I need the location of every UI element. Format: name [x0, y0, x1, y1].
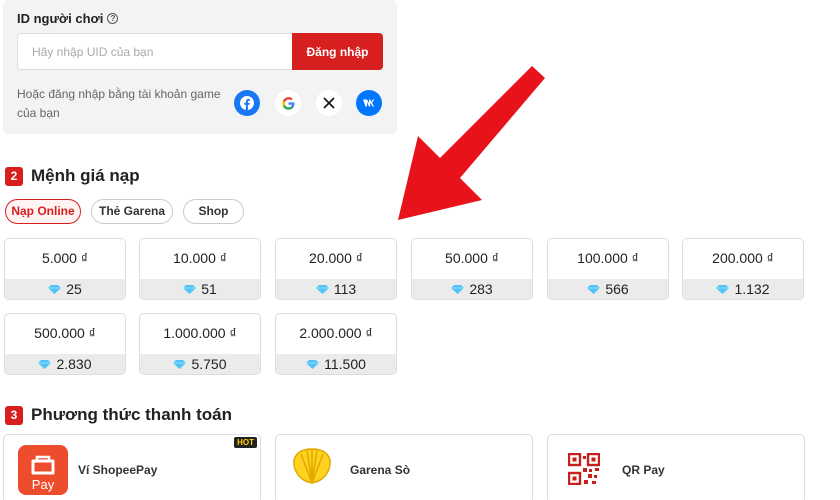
gem-count: 5.750	[191, 356, 227, 372]
payment-method-shopeepay[interactable]: Pay Ví ShopeePay HOT	[3, 434, 261, 500]
section-number-badge: 3	[5, 405, 23, 425]
payment-method-label: QR Pay	[622, 463, 665, 477]
shopeepay-logo-icon: Pay	[18, 445, 68, 500]
gem-count: 1.132	[734, 281, 770, 297]
diamond-icon	[306, 359, 320, 369]
gem-amount: 2.830	[5, 354, 125, 374]
denomination-price: 100.000 ₫	[577, 250, 639, 266]
gem-count: 566	[605, 281, 629, 297]
payment-section-heading: 3 Phương thức thanh toán	[5, 405, 232, 425]
denomination-price: 10.000 ₫	[173, 250, 227, 266]
red-arrow-icon	[398, 66, 545, 220]
section-title: Phương thức thanh toán	[31, 405, 233, 424]
gem-amount: 5.750	[140, 354, 260, 374]
alt-login-text: Hoặc đăng nhập bằng tài khoản game của b…	[17, 87, 221, 120]
gem-count: 113	[333, 281, 357, 297]
gem-amount: 283	[412, 279, 532, 299]
denomination-card[interactable]: 50.000 ₫ 283	[411, 238, 533, 300]
payment-method-garena-so[interactable]: Garena Sò	[275, 434, 533, 500]
diamond-icon	[587, 284, 601, 294]
denomination-price: 50.000 ₫	[445, 250, 499, 266]
diamond-icon	[38, 359, 52, 369]
denomination-card[interactable]: 500.000 ₫ 2.830	[4, 313, 126, 375]
denomination-card[interactable]: 100.000 ₫ 566	[547, 238, 669, 300]
denomination-price: 5.000 ₫	[41, 250, 89, 266]
denomination-card[interactable]: 20.000 ₫ 113	[275, 238, 397, 300]
denomination-price: 200.000 ₫	[712, 250, 774, 266]
diamond-icon	[451, 284, 465, 294]
filter-nap-online[interactable]: Nạp Online	[5, 199, 81, 224]
denomination-card[interactable]: 5.000 ₫ 25	[4, 238, 126, 300]
denomination-card[interactable]: 10.000 ₫ 51	[139, 238, 261, 300]
question-circle-icon[interactable]: ?	[107, 13, 119, 24]
denomination-price: 1.000.000 ₫	[163, 325, 237, 341]
diamond-icon	[183, 284, 197, 294]
gem-amount: 51	[140, 279, 260, 299]
diamond-icon	[48, 284, 62, 294]
payment-method-label: Garena Sò	[350, 463, 411, 477]
player-id-title: ID người chơi ?	[17, 11, 119, 26]
uid-form: Đăng nhập	[17, 33, 383, 70]
denomination-section-heading: 2 Mệnh giá nạp	[5, 166, 140, 186]
denomination-price: 20.000 ₫	[309, 250, 363, 266]
qr-code-icon	[567, 452, 601, 490]
gem-count: 51	[201, 281, 217, 297]
shell-icon	[290, 445, 334, 490]
player-id-label: ID người chơi	[17, 11, 104, 26]
diamond-icon	[315, 284, 329, 294]
denomination-price: 500.000 ₫	[34, 325, 96, 341]
payment-method-label: Ví ShopeePay	[78, 463, 158, 477]
denomination-card[interactable]: 200.000 ₫ 1.132	[682, 238, 804, 300]
gem-count: 11.500	[324, 356, 366, 372]
denomination-card[interactable]: 1.000.000 ₫ 5.750	[139, 313, 261, 375]
login-button[interactable]: Đăng nhập	[292, 33, 383, 70]
denomination-card[interactable]: 2.000.000 ₫ 11.500	[275, 313, 397, 375]
filter-shop[interactable]: Shop	[183, 199, 244, 224]
gem-amount: 25	[5, 279, 125, 299]
denomination-price: 2.000.000 ₫	[299, 325, 373, 341]
gem-count: 2.830	[56, 356, 92, 372]
facebook-icon[interactable]	[234, 90, 260, 116]
x-icon[interactable]	[316, 90, 342, 116]
login-card: ID người chơi ? Đăng nhập Hoặc đăng nhập…	[3, 0, 397, 134]
gem-count: 25	[66, 281, 82, 297]
section-number-badge: 2	[5, 166, 23, 186]
google-icon[interactable]	[275, 90, 301, 116]
gem-amount: 11.500	[276, 354, 396, 374]
vk-icon[interactable]	[356, 90, 382, 116]
hot-badge: HOT	[234, 437, 257, 448]
payment-method-qr-pay[interactable]: QR Pay	[547, 434, 805, 500]
diamond-icon	[716, 284, 730, 294]
svg-text:Pay: Pay	[32, 477, 55, 492]
gem-amount: 1.132	[683, 279, 803, 299]
gem-amount: 113	[276, 279, 396, 299]
section-title: Mệnh giá nạp	[31, 166, 140, 185]
filter-the-garena[interactable]: Thẻ Garena	[91, 199, 173, 224]
gem-amount: 566	[548, 279, 668, 299]
diamond-icon	[173, 359, 187, 369]
gem-count: 283	[469, 281, 493, 297]
uid-input[interactable]	[17, 33, 292, 70]
